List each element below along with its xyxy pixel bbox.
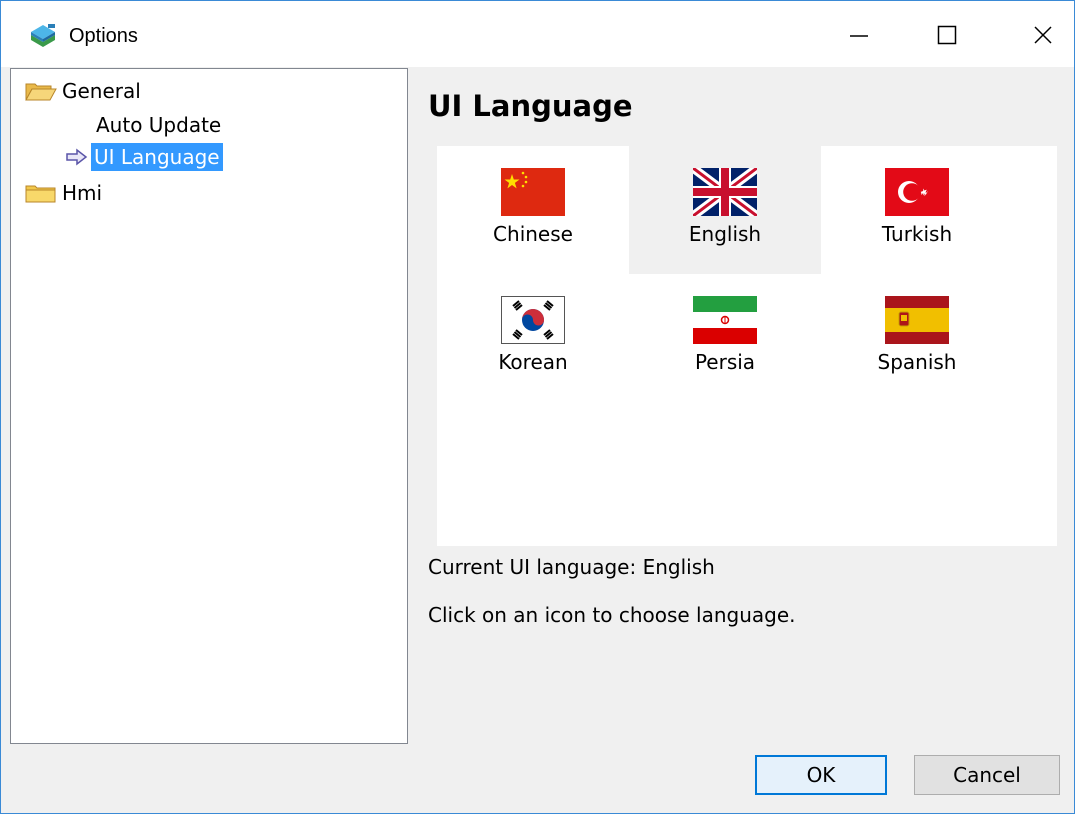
tree-item-auto-update[interactable]: Auto Update <box>93 111 224 139</box>
minimize-button[interactable] <box>833 11 885 59</box>
iran-flag-icon <box>693 296 757 344</box>
language-label: Korean <box>498 350 568 374</box>
tree-item-label: Hmi <box>62 181 103 205</box>
window-title: Options <box>69 25 138 47</box>
tree-item-label: UI Language <box>91 143 223 171</box>
tree-item-label: Auto Update <box>96 113 222 137</box>
language-label: Chinese <box>493 222 573 246</box>
tree-item-ui-language[interactable]: UI Language <box>65 143 223 171</box>
hint-text: Click on an icon to choose language. <box>428 603 796 627</box>
language-label: Turkish <box>881 222 953 246</box>
spain-flag-icon <box>885 296 949 344</box>
minimize-icon <box>850 35 868 37</box>
ok-button[interactable]: OK <box>755 755 887 795</box>
current-language-text: Current UI language: English <box>428 555 715 579</box>
language-english[interactable]: English <box>629 146 821 274</box>
language-grid: Chinese English Turkish Korean Persia Sp… <box>437 146 1057 546</box>
title-bar[interactable]: Options <box>1 1 1074 67</box>
close-button[interactable] <box>1017 11 1069 59</box>
language-korean[interactable]: Korean <box>437 274 629 402</box>
korea-flag-icon <box>501 296 565 344</box>
language-spanish[interactable]: Spanish <box>821 274 1013 402</box>
close-icon <box>1034 26 1052 44</box>
arrow-right-icon <box>66 148 88 166</box>
maximize-button[interactable] <box>921 11 973 59</box>
tree-item-label: General <box>62 79 141 103</box>
page-title: UI Language <box>428 89 633 123</box>
options-window: Options General Auto Update UI Language … <box>0 0 1075 814</box>
language-turkish[interactable]: Turkish <box>821 146 1013 274</box>
tree-item-hmi[interactable]: Hmi <box>25 179 105 207</box>
uk-flag-icon <box>693 168 757 216</box>
language-persia[interactable]: Persia <box>629 274 821 402</box>
language-label: English <box>688 222 762 246</box>
china-flag-icon <box>501 168 565 216</box>
language-label: Persia <box>694 350 756 374</box>
app-icon <box>31 24 55 47</box>
turkey-flag-icon <box>885 168 949 216</box>
maximize-icon <box>937 25 957 45</box>
language-chinese[interactable]: Chinese <box>437 146 629 274</box>
folder-open-icon <box>25 83 57 101</box>
language-label: Spanish <box>877 350 957 374</box>
options-tree[interactable]: General Auto Update UI Language Hmi <box>10 68 408 744</box>
cancel-button[interactable]: Cancel <box>914 755 1060 795</box>
folder-icon <box>25 185 56 203</box>
tree-item-general[interactable]: General <box>25 77 144 105</box>
